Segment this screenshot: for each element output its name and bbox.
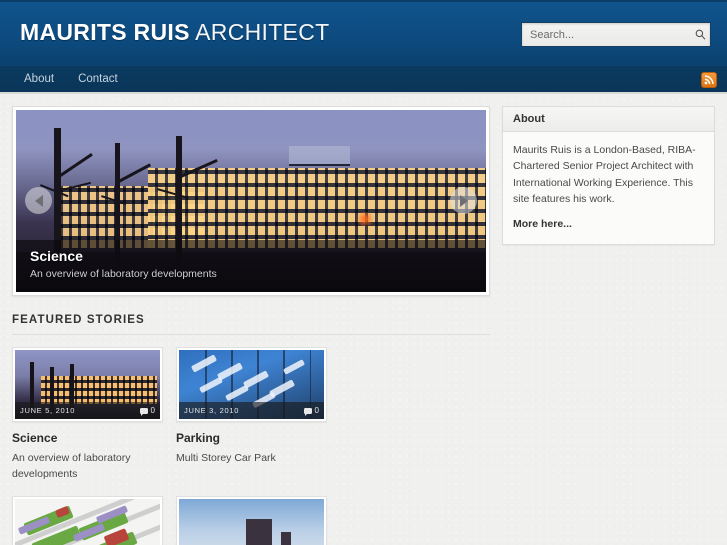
story-date: JUNE 3, 2010 <box>184 406 240 415</box>
story-image <box>179 498 324 545</box>
hero-title[interactable]: Science <box>30 248 472 264</box>
slider-prev-button[interactable] <box>25 187 52 214</box>
chevron-left-icon <box>34 194 43 207</box>
thumbnail-meta: JUNE 5, 2010 0 <box>15 402 160 419</box>
hero-slide: Science An overview of laboratory develo… <box>16 110 486 292</box>
featured-stories-heading: FEATURED STORIES <box>12 314 145 326</box>
story-image <box>15 498 160 545</box>
hero-slider[interactable]: Science An overview of laboratory develo… <box>12 106 490 296</box>
search-box[interactable] <box>521 22 711 47</box>
widget-about: About Maurits Ruis is a London-Based, RI… <box>502 106 715 246</box>
story-card[interactable]: JUNE 5, 2010 0 Science An overview of la… <box>12 347 163 483</box>
page-root: MAURITS RUIS ARCHITECT About Contact <box>0 0 727 545</box>
widget-title: About <box>503 107 714 132</box>
site-logo[interactable]: MAURITS RUIS ARCHITECT <box>20 19 329 46</box>
widget-more-link[interactable]: More here... <box>513 218 572 230</box>
story-excerpt: Multi Storey Car Park <box>176 452 276 464</box>
main-content: Science An overview of laboratory develo… <box>12 106 490 545</box>
story-comment-count[interactable]: 0 <box>139 406 155 416</box>
story-excerpt: An overview of laboratory developments <box>12 452 131 480</box>
comment-count-value: 0 <box>314 406 319 415</box>
site-header: MAURITS RUIS ARCHITECT <box>0 0 727 65</box>
main-navigation: About Contact <box>0 65 727 94</box>
story-title[interactable]: Science <box>12 431 163 445</box>
page-body: Science An overview of laboratory develo… <box>0 94 727 545</box>
comment-bubble-icon <box>303 407 312 416</box>
search-input[interactable] <box>522 23 690 46</box>
search-icon[interactable] <box>690 23 710 46</box>
story-card[interactable] <box>176 495 327 545</box>
thumbnail-meta: JUNE 3, 2010 0 <box>179 402 324 419</box>
comment-count-value: 0 <box>150 406 155 415</box>
widget-body: Maurits Ruis is a London-Based, RIBA-Cha… <box>503 132 714 244</box>
story-comment-count[interactable]: 0 <box>303 406 319 416</box>
hero-subtitle: An overview of laboratory developments <box>30 268 217 280</box>
nav-item-contact[interactable]: Contact <box>66 66 130 93</box>
hero-caption: Science An overview of laboratory develo… <box>16 240 486 292</box>
logo-strong: MAURITS RUIS <box>20 19 190 45</box>
nav-item-about[interactable]: About <box>12 66 66 93</box>
featured-stories-grid: JUNE 5, 2010 0 Science An overview of la… <box>12 347 490 545</box>
rss-icon[interactable] <box>701 72 717 88</box>
story-card[interactable]: JUNE 3, 2010 0 Parking Multi Storey Car … <box>176 347 327 483</box>
comment-bubble-icon <box>139 407 148 416</box>
widget-text: Maurits Ruis is a London-Based, RIBA-Cha… <box>513 144 696 205</box>
story-thumbnail[interactable] <box>176 495 327 545</box>
nav-list: About Contact <box>0 66 130 93</box>
story-date: JUNE 5, 2010 <box>20 406 76 415</box>
chevron-right-icon <box>459 194 468 207</box>
story-card[interactable]: JUNE 1, 2010 0 Living An overview of res… <box>12 495 163 545</box>
slider-next-button[interactable] <box>450 187 477 214</box>
section-divider <box>12 334 490 335</box>
logo-light: ARCHITECT <box>195 19 330 45</box>
story-thumbnail[interactable]: JUNE 5, 2010 0 <box>12 347 163 422</box>
story-thumbnail[interactable]: JUNE 3, 2010 0 <box>176 347 327 422</box>
story-title[interactable]: Parking <box>176 431 327 445</box>
story-thumbnail[interactable]: JUNE 1, 2010 0 <box>12 495 163 545</box>
sidebar: About Maurits Ruis is a London-Based, RI… <box>502 106 715 545</box>
